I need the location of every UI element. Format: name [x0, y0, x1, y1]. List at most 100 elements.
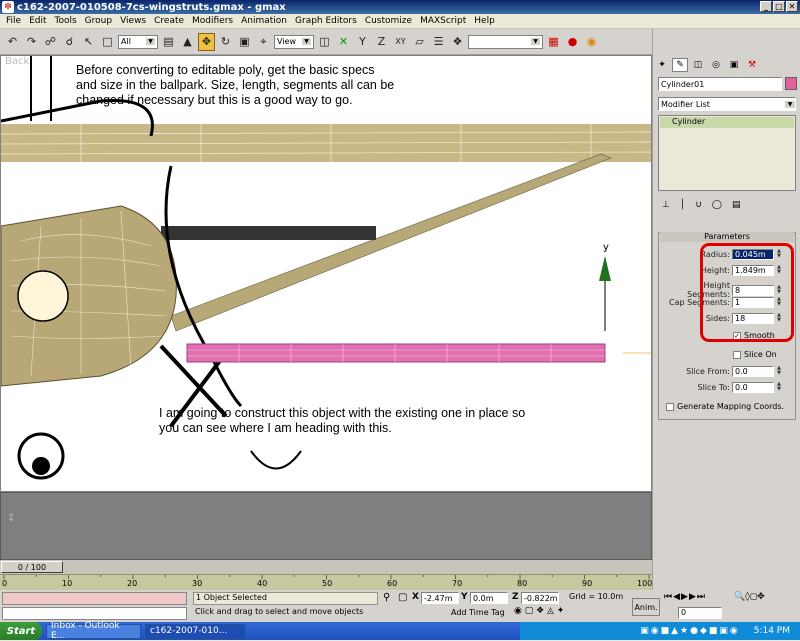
- maximize-button[interactable]: □: [773, 1, 785, 12]
- viewport-back[interactable]: Back y Before converting to editable pol…: [0, 55, 652, 492]
- quick-render-icon[interactable]: ◉: [583, 33, 600, 51]
- align-icon[interactable]: ☰: [430, 33, 447, 51]
- object-color-swatch[interactable]: [785, 77, 797, 90]
- link-icon[interactable]: ☍: [42, 33, 59, 51]
- motion-tab-icon[interactable]: ◎: [708, 58, 724, 72]
- menu-tools[interactable]: Tools: [51, 16, 81, 26]
- move-icon[interactable]: ✥: [198, 32, 215, 51]
- tray-icons[interactable]: ▣◉■▲★●◆■▣◉: [640, 626, 739, 636]
- lock-selection-icon[interactable]: ⚲: [383, 592, 390, 603]
- time-slider-thumb[interactable]: 0 / 100: [1, 561, 63, 573]
- rotate-icon[interactable]: ↻: [217, 33, 234, 51]
- anim-mode-button[interactable]: Anim.: [632, 598, 660, 616]
- create-tab-icon[interactable]: ✦: [654, 58, 670, 72]
- mirror-icon[interactable]: ▱: [411, 33, 428, 51]
- utilities-tab-icon[interactable]: ⚒: [744, 58, 760, 72]
- modify-tab-icon[interactable]: ✎: [672, 57, 688, 72]
- slice-from-field[interactable]: 0.0: [732, 366, 774, 377]
- start-button[interactable]: Start: [0, 622, 42, 640]
- z-coordinate-field[interactable]: -0.822m: [521, 592, 559, 604]
- y-coordinate-field[interactable]: 0.0m: [470, 592, 508, 604]
- restrict-xy-icon[interactable]: XY: [392, 33, 409, 51]
- undo-icon[interactable]: ↶: [4, 33, 21, 51]
- task-outlook[interactable]: Inbox - Outlook E...: [46, 621, 141, 641]
- slice-from-label: Slice From:: [686, 367, 730, 376]
- stack-item-cylinder[interactable]: Cylinder: [660, 117, 794, 128]
- menu-views[interactable]: Views: [116, 16, 150, 26]
- select-by-name-icon[interactable]: ▤: [160, 33, 177, 51]
- ref-coord-dropdown[interactable]: View ▼: [274, 34, 314, 49]
- menu-maxscript[interactable]: MAXScript: [416, 16, 470, 26]
- render-icon[interactable]: ●: [564, 33, 581, 51]
- show-end-result-icon[interactable]: │: [680, 200, 685, 212]
- view-nav-icons[interactable]: ◉ ▢ ❖ ◬ ✦: [514, 606, 564, 616]
- hierarchy-tab-icon[interactable]: ◫: [690, 58, 706, 72]
- restrict-z-icon[interactable]: Z: [373, 33, 390, 51]
- menu-edit[interactable]: Edit: [25, 16, 50, 26]
- gizmo-y-arrow[interactable]: [599, 256, 611, 281]
- redo-icon[interactable]: ↷: [23, 33, 40, 51]
- param-slice-from: Slice From: 0.0 ▲ ▼: [660, 366, 782, 377]
- region-select-icon[interactable]: □: [99, 33, 116, 51]
- menu-animation[interactable]: Animation: [237, 16, 291, 26]
- unlink-icon[interactable]: ☌: [61, 33, 78, 51]
- landing-light: [17, 270, 69, 322]
- playback-icons[interactable]: ⏮◀▶▶⏭: [664, 592, 706, 602]
- close-button[interactable]: ✕: [786, 1, 798, 12]
- scale-icon[interactable]: ▣: [236, 33, 253, 51]
- object-name-field[interactable]: Cylinder01: [658, 77, 782, 91]
- menu-create[interactable]: Create: [150, 16, 188, 26]
- start-label: Start: [6, 625, 36, 637]
- restrict-x-icon[interactable]: ✕: [335, 33, 352, 51]
- material-editor-icon[interactable]: ▦: [545, 33, 562, 51]
- wing-strut: [170, 153, 612, 332]
- remove-modifier-icon[interactable]: ◯: [712, 200, 722, 212]
- snap-icon[interactable]: ❖: [449, 33, 466, 51]
- x-coordinate-field[interactable]: -2.47m: [421, 592, 459, 604]
- menu-modifiers[interactable]: Modifiers: [188, 16, 237, 26]
- param-slice-to: Slice To: 0.0 ▲ ▼: [660, 382, 782, 393]
- menu-help[interactable]: Help: [470, 16, 499, 26]
- display-tab-icon[interactable]: ▣: [726, 58, 742, 72]
- menu-customize[interactable]: Customize: [361, 16, 416, 26]
- select-object-icon[interactable]: ▲: [179, 33, 196, 51]
- current-frame-field[interactable]: 0: [678, 607, 722, 619]
- trackbar[interactable]: 0 10 20 30 40 50 60 70 80 90 100: [0, 574, 652, 590]
- slice-to-field[interactable]: 0.0: [732, 382, 774, 393]
- minimize-button[interactable]: _: [760, 1, 772, 12]
- task-gmax[interactable]: c162-2007-010...: [145, 623, 245, 639]
- viewport-label[interactable]: Back: [5, 56, 29, 67]
- configure-sets-icon[interactable]: ▤: [732, 200, 741, 212]
- cylinder01-object[interactable]: [186, 343, 606, 363]
- tick-label-90: 90: [582, 579, 593, 588]
- viewport-strip[interactable]: ↧: [0, 492, 652, 560]
- pivot-center-icon[interactable]: ◫: [316, 33, 333, 51]
- selection-filter-dropdown[interactable]: All ▼: [118, 34, 158, 49]
- viewport-nav-icons[interactable]: 🔍◊◻✥: [734, 592, 765, 602]
- time-slider[interactable]: 0 / 100: [0, 560, 652, 574]
- make-unique-icon[interactable]: ∪: [695, 200, 702, 212]
- tick-label-40: 40: [257, 579, 268, 588]
- clock[interactable]: 5:14 PM: [754, 626, 790, 636]
- rollout-title[interactable]: Parameters: [660, 232, 794, 242]
- main-toolbar: ↶ ↷ ☍ ☌ ↖ □ All ▼ ▤ ▲ ✥ ↻ ▣ ⌖ View ▼ ◫ ✕ Y…: [0, 29, 652, 55]
- select-cursor-icon[interactable]: ↖: [80, 33, 97, 51]
- maxscript-listener-output[interactable]: [2, 607, 187, 620]
- slice-to-spinner[interactable]: ▲ ▼: [776, 382, 782, 393]
- gen-mapping-checkbox[interactable]: Generate Mapping Coords.: [666, 402, 784, 411]
- absolute-mode-icon[interactable]: ▢: [398, 592, 407, 603]
- restrict-y-icon[interactable]: Y: [354, 33, 371, 51]
- add-time-tag-button[interactable]: Add Time Tag: [451, 608, 505, 617]
- pin-stack-icon[interactable]: ⊥: [662, 200, 670, 212]
- slice-from-spinner[interactable]: ▲ ▼: [776, 366, 782, 377]
- menu-graph-editors[interactable]: Graph Editors: [291, 16, 361, 26]
- modifier-list-dropdown[interactable]: Modifier List ▼: [658, 97, 796, 111]
- named-selection-dropdown[interactable]: ▼: [468, 34, 543, 49]
- maxscript-listener-input[interactable]: [2, 592, 187, 605]
- pivot-icon[interactable]: ⌖: [255, 33, 272, 51]
- system-tray: ▣◉■▲★●◆■▣◉ 5:14 PM: [520, 622, 800, 640]
- menu-group[interactable]: Group: [81, 16, 116, 26]
- slice-on-checkbox[interactable]: Slice On: [733, 350, 777, 359]
- menu-file[interactable]: File: [2, 16, 25, 26]
- tick-label-0: 0: [2, 579, 8, 588]
